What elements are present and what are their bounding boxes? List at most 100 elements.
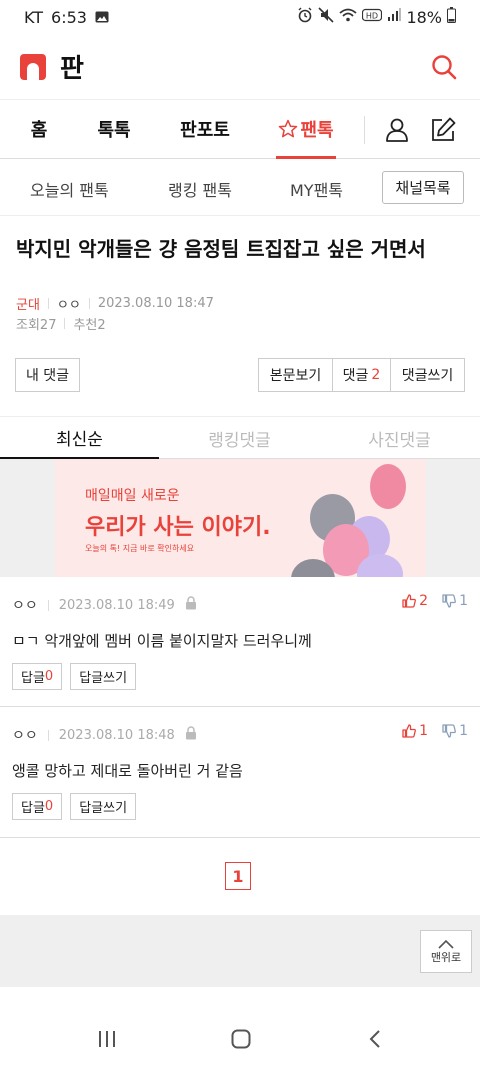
comment-sort-tabs: 최신순 랭킹댓글 사진댓글 [0,416,480,459]
replies-button[interactable]: 답글 0 [12,663,63,690]
upvote-button[interactable]: 2 [402,593,428,609]
replies-label: 답글 [21,671,45,686]
comment-header: ㅇㅇ 2023.08.10 18:48 [12,725,197,745]
upvote-count: 2 [419,593,429,609]
my-account-button[interactable] [382,115,412,145]
tab-my-fantok[interactable]: MY팬톡 [290,177,343,201]
divider [64,318,66,329]
downvote-button[interactable]: 1 [442,593,468,609]
post-meta: 군대 ㅇㅇ 2023.08.10 18:47 [16,294,214,313]
write-post-button[interactable] [428,115,458,145]
banner-subtitle: 매일매일 새로운 [85,488,180,504]
page-1-button[interactable]: 1 [225,862,251,890]
comment-author: ㅇㅇ [12,728,38,744]
comment-actions: 답글 0 답글쓰기 [12,663,137,690]
back-button[interactable] [360,1024,390,1054]
tab-panphoto[interactable]: 판포토 [176,100,234,159]
scroll-to-top-label: 맨위로 [430,950,462,964]
divider [47,599,49,611]
view-count: 조회27 [16,318,57,333]
banner-caption: 오늘의 톡! 지금 바로 확인하세요 [85,544,195,553]
thumbs-up-icon [402,594,417,608]
comments-label: 댓글 [342,368,369,384]
downvote-count: 1 [459,723,468,739]
my-comment-button[interactable]: 내 댓글 [15,358,80,392]
banner-headline: 우리가 사는 이야기. [85,515,271,540]
wifi-icon [339,8,358,26]
comment-header: ㅇㅇ 2023.08.10 18:49 [12,595,197,615]
gallery-icon [95,8,109,27]
comment-item: ㅇㅇ 2023.08.10 18:48 1 1 앵콜 망하고 제대로 돌아버린 … [0,707,480,838]
comment-author: ㅇㅇ [12,598,38,614]
view-post-button[interactable]: 본문보기 [258,358,333,392]
replies-count: 0 [44,799,54,814]
clock: 6:53 [51,7,87,27]
scroll-to-top-button[interactable]: 맨위로 [420,930,472,973]
nate-logo-icon[interactable] [20,53,46,80]
home-button[interactable] [226,1024,256,1054]
replies-count: 0 [44,669,54,684]
signal-icon [387,8,402,26]
recent-apps-button[interactable] [92,1024,122,1054]
hd-icon: HD [362,8,383,26]
post-action-group: 본문보기 댓글 2 댓글쓰기 [258,358,465,392]
divider [47,298,49,309]
tab-today-fantok[interactable]: 오늘의 팬톡 [30,177,109,201]
write-reply-button[interactable]: 답글쓰기 [70,793,137,820]
divider [88,298,90,309]
search-button[interactable] [428,51,460,83]
sub-tab-bar: 오늘의 팬톡 랭킹 팬톡 MY팬톡 채널목록 [0,159,480,216]
svg-text:HD: HD [366,12,378,21]
tab-latest[interactable]: 최신순 [0,417,159,459]
comment-votes: 1 1 [402,723,468,739]
thumbs-up-icon [402,724,417,738]
upvote-button[interactable]: 1 [402,723,428,739]
post-title: 박지민 악개들은 걍 음정팀 트집잡고 싶은 거면서 [16,237,426,261]
divider [47,729,49,741]
tab-toktok[interactable]: 톡톡 [94,100,134,159]
system-nav-bar [0,1010,480,1067]
comment-actions: 답글 0 답글쓰기 [12,793,137,820]
comment-text: 앵콜 망하고 제대로 돌아버린 거 같음 [12,762,243,780]
app-bar: 판 [0,34,480,100]
alarm-icon [297,7,313,27]
tab-fantok-label: 팬톡 [300,120,334,141]
tab-ranking-fantok[interactable]: 랭킹 팬톡 [168,177,232,201]
main-tab-bar: 홈 톡톡 판포토 팬톡 [0,100,480,159]
post-author: ㅇㅇ [56,298,81,313]
mute-icon [318,7,335,27]
lock-icon [185,726,197,744]
write-comment-button[interactable]: 댓글쓰기 [390,358,465,392]
tab-ranking-comments[interactable]: 랭킹댓글 [160,417,319,459]
comments-button[interactable]: 댓글 2 [332,358,391,392]
replies-button[interactable]: 답글 0 [12,793,63,820]
tab-fantok[interactable]: 팬톡 [276,100,336,159]
write-reply-button[interactable]: 답글쓰기 [70,663,137,690]
comment-date: 2023.08.10 18:48 [58,727,175,743]
thumbs-down-icon [442,724,456,738]
battery-icon [447,7,456,27]
edit-icon [432,117,456,141]
tab-photo-comments[interactable]: 사진댓글 [320,417,479,459]
lock-icon [185,596,197,614]
post-date: 2023.08.10 18:47 [97,296,214,311]
comments-count: 2 [371,367,381,383]
comment-text: ㅁㄱ 악개앞에 멤버 이름 붙이지말자 드러우니께 [12,632,312,650]
recent-apps-icon [99,1031,115,1047]
tab-home[interactable]: 홈 [24,100,54,159]
downvote-count: 1 [459,593,468,609]
channel-list-button[interactable]: 채널목록 [382,171,464,204]
post-category[interactable]: 군대 [16,294,40,313]
battery-level: 18% [406,7,442,27]
replies-label: 답글 [21,801,45,816]
ad-banner-area: 매일매일 새로운 우리가 사는 이야기. 오늘의 톡! 지금 바로 확인하세요 [0,459,480,577]
upvote-count: 1 [419,723,429,739]
downvote-button[interactable]: 1 [442,723,468,739]
recommend-count: 추천2 [73,318,106,333]
ad-banner[interactable]: 매일매일 새로운 우리가 사는 이야기. 오늘의 톡! 지금 바로 확인하세요 [55,459,426,577]
back-icon [369,1030,380,1048]
app-title[interactable]: 판 [60,48,84,85]
comment-votes: 2 1 [402,593,468,609]
comment-item: ㅇㅇ 2023.08.10 18:49 2 1 ㅁㄱ 악개앞에 멤버 이름 붙이… [0,577,480,707]
post-stats: 조회27 추천2 [16,314,106,333]
